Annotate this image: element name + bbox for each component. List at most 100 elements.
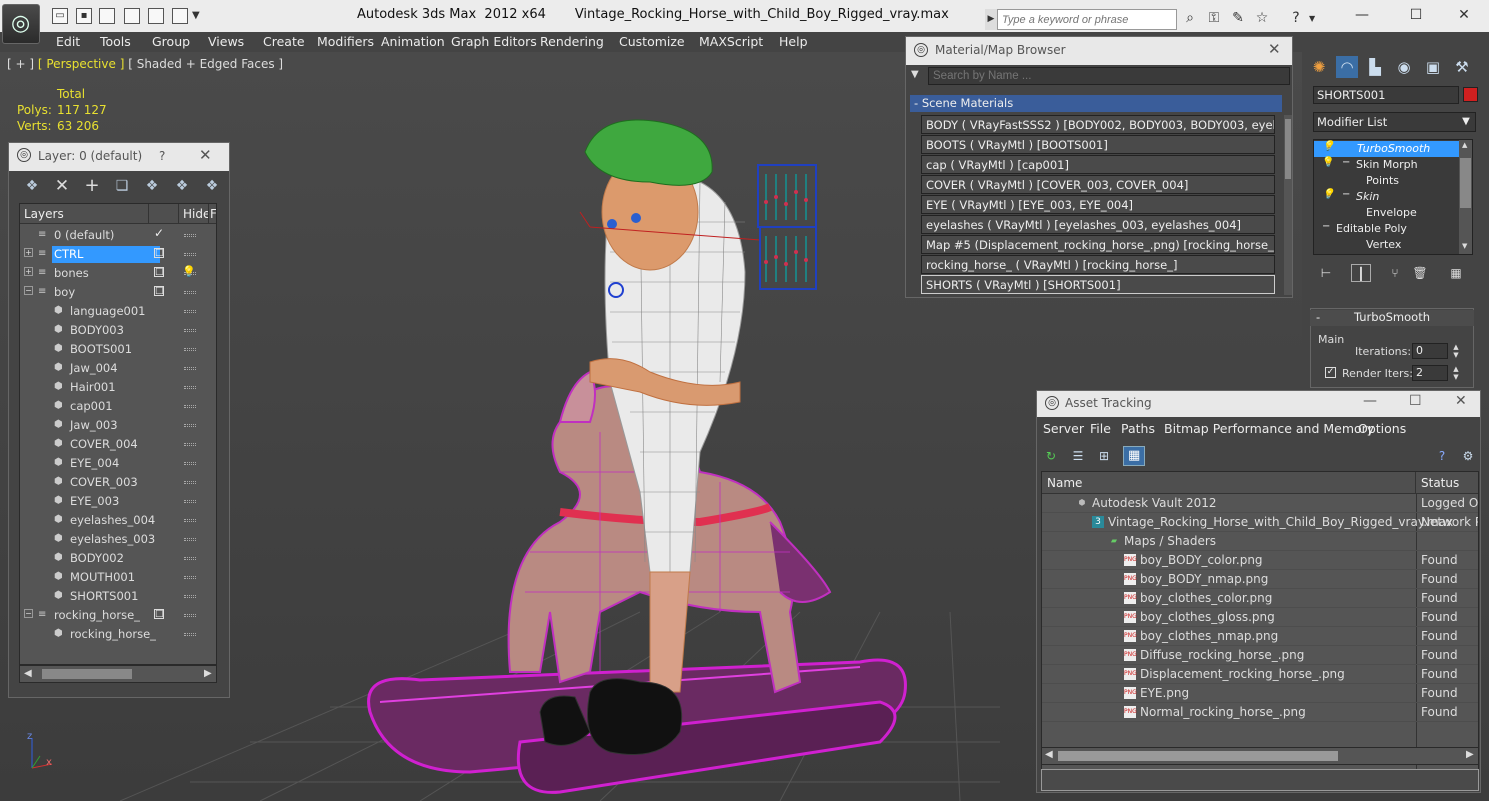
expand-toggle-icon[interactable]: + — [24, 248, 33, 257]
hierarchy-tab-icon[interactable]: ▙ — [1364, 56, 1386, 78]
asset-menu-paths[interactable]: Paths — [1121, 421, 1155, 436]
layer-row[interactable]: − ≡ rocking_horse_ □ — [20, 606, 216, 625]
modifier-list-arrow-icon[interactable]: ▼ — [1459, 114, 1473, 130]
hide-checkmark-icon[interactable]: ✓ — [154, 227, 164, 239]
material-entry[interactable]: COVER ( VRayMtl ) [COVER_003, COVER_004] — [921, 175, 1275, 194]
redo-icon[interactable] — [148, 8, 164, 24]
scroll-left-icon[interactable]: ◀ — [1045, 749, 1053, 760]
asset-row[interactable]: PNG boy_clothes_gloss.png Found — [1042, 608, 1478, 627]
asset-maximize-icon[interactable]: ☐ — [1409, 393, 1422, 409]
create-tab-icon[interactable]: ✺ — [1308, 56, 1330, 78]
modifier-stack-item[interactable]: 💡 TurboSmooth — [1314, 141, 1459, 157]
hide-column-label[interactable]: Hide — [178, 204, 210, 224]
asset-table[interactable]: Name Status ⬢ Autodesk Vault 2012 Logged O… — [1041, 471, 1479, 771]
layer-close-icon[interactable]: ✕ — [199, 146, 212, 164]
freeze-toggle[interactable] — [184, 329, 196, 332]
show-end-result-icon[interactable]: ┃ — [1351, 264, 1371, 282]
asset-row[interactable]: PNG boy_BODY_nmap.png Found — [1042, 570, 1478, 589]
highlight-selected-icon[interactable]: ❖ — [143, 178, 161, 194]
status-column-header[interactable]: Status — [1416, 472, 1478, 494]
freeze-toggle[interactable] — [184, 405, 196, 408]
hide-checkbox[interactable]: □ — [154, 248, 164, 258]
display-tab-icon[interactable]: ▣ — [1422, 56, 1444, 78]
layer-row[interactable]: ⬢ SHORTS001 — [20, 587, 216, 606]
material-search-input[interactable] — [928, 67, 1290, 85]
layer-row[interactable]: ⬢ EYE_004 — [20, 454, 216, 473]
favorites-star-icon[interactable]: ☆ — [1253, 9, 1271, 27]
freeze-toggle[interactable] — [184, 367, 196, 370]
iterations-spinner[interactable]: 0 — [1412, 343, 1448, 359]
object-color-swatch[interactable] — [1463, 87, 1478, 102]
hide-checkbox[interactable]: □ — [154, 267, 164, 277]
modifier-stack-item[interactable]: − Editable Poly — [1314, 221, 1459, 237]
asset-menu-options[interactable]: Options — [1358, 421, 1406, 436]
save-icon[interactable]: ▪ — [76, 8, 92, 24]
tree-view-icon[interactable]: ⊞ — [1095, 447, 1113, 465]
freeze-column-header[interactable]: F — [208, 204, 216, 224]
asset-menu-file[interactable]: File — [1090, 421, 1111, 436]
layer-row[interactable]: ⬢ BOOTS001 — [20, 340, 216, 359]
render-iters-checkbox[interactable]: ✓ — [1325, 367, 1336, 378]
layer-panel-titlebar[interactable]: ◎ Layer: 0 (default) ? ✕ — [9, 143, 229, 171]
layer-help-icon[interactable]: ? — [159, 149, 165, 163]
browser-options-icon[interactable]: ▼ — [911, 69, 919, 80]
modifier-stack-item[interactable]: Points — [1314, 173, 1459, 189]
help-dropdown-icon[interactable]: ▼ — [1309, 14, 1315, 23]
freeze-toggle[interactable] — [184, 481, 196, 484]
menu-views[interactable]: Views — [208, 34, 244, 49]
layer-row[interactable]: ⬢ BODY002 — [20, 549, 216, 568]
pin-stack-icon[interactable]: ⊢ — [1316, 264, 1336, 282]
asset-minimize-icon[interactable]: — — [1363, 393, 1377, 409]
layers-column-header[interactable]: Layers — [20, 204, 148, 224]
asset-help-icon[interactable]: ? — [1433, 447, 1451, 465]
hide-all-layers-icon[interactable]: ❖ — [173, 178, 191, 194]
hide-checkbox[interactable]: □ — [154, 609, 164, 619]
viewport-label[interactable]: [ + ] [ Perspective ] [ Shaded + Edged F… — [7, 57, 283, 71]
layer-row[interactable]: + ≡ CTRL □ — [20, 245, 216, 264]
lightbulb-icon[interactable]: 💡 — [1322, 189, 1334, 200]
scroll-thumb[interactable] — [1285, 119, 1291, 179]
menu-help[interactable]: Help — [779, 34, 808, 49]
asset-row[interactable]: 3 Vintage_Rocking_Horse_with_Child_Boy_Ri… — [1042, 513, 1478, 532]
freeze-toggle[interactable] — [184, 386, 196, 389]
asset-row[interactable]: PNG EYE.png Found — [1042, 684, 1478, 703]
lightbulb-icon[interactable]: 💡 — [182, 265, 196, 278]
layer-row[interactable]: + ≡ bones □ 💡 — [20, 264, 216, 283]
layer-row[interactable]: ⬢ cap001 — [20, 397, 216, 416]
add-to-layer-icon[interactable]: + — [83, 177, 101, 195]
scroll-left-icon[interactable]: ◀ — [24, 668, 32, 679]
layer-row[interactable]: ⬢ MOUTH001 — [20, 568, 216, 587]
freeze-toggle[interactable] — [184, 291, 196, 294]
modifier-stack-item[interactable]: 💡 − Skin Morph — [1314, 157, 1459, 173]
scroll-up-icon[interactable]: ▲ — [1462, 141, 1467, 149]
modifier-stack-scrollbar[interactable]: ▲ ▼ — [1459, 140, 1472, 254]
layer-row[interactable]: ⬢ COVER_003 — [20, 473, 216, 492]
motion-tab-icon[interactable]: ◉ — [1393, 56, 1415, 78]
open-folder-icon[interactable]: ▭ — [52, 8, 68, 24]
keyword-search-input[interactable] — [997, 9, 1177, 30]
menu-maxscript[interactable]: MAXScript — [699, 34, 763, 49]
key-icon[interactable]: ⚿ — [1205, 9, 1223, 27]
layer-horizontal-scrollbar[interactable]: ◀ ▶ — [19, 665, 217, 683]
scroll-right-icon[interactable]: ▶ — [204, 668, 212, 679]
select-objects-icon[interactable]: ❏ — [113, 178, 131, 194]
freeze-toggle[interactable] — [184, 576, 196, 579]
freeze-toggle[interactable] — [184, 633, 196, 636]
configure-modifier-sets-icon[interactable]: ▦ — [1446, 264, 1466, 282]
expand-toggle-icon[interactable]: + — [24, 267, 33, 276]
material-entry[interactable]: Map #5 (Displacement_rocking_horse_.png)… — [921, 235, 1275, 254]
layer-row[interactable]: ⬢ rocking_horse_ — [20, 625, 216, 644]
asset-row[interactable]: PNG Normal_rocking_horse_.png Found — [1042, 703, 1478, 722]
freeze-toggle[interactable] — [184, 348, 196, 351]
table-view-icon[interactable]: ▦ — [1123, 446, 1145, 466]
asset-row[interactable]: PNG Diffuse_rocking_horse_.png Found — [1042, 646, 1478, 665]
binoculars-icon[interactable]: ⌕ — [1181, 9, 1199, 27]
scroll-thumb[interactable] — [1058, 751, 1338, 761]
layer-row[interactable]: ⬢ Jaw_003 — [20, 416, 216, 435]
quick-access-dropdown-icon[interactable]: ▼ — [192, 10, 200, 21]
lightbulb-icon[interactable]: 💡 — [1322, 157, 1334, 168]
turbosmooth-rollout-title[interactable]: - TurboSmooth — [1310, 310, 1474, 326]
list-view-icon[interactable]: ☰ — [1069, 447, 1087, 465]
menu-rendering[interactable]: Rendering — [540, 34, 604, 49]
layer-row[interactable]: ⬢ Jaw_004 — [20, 359, 216, 378]
